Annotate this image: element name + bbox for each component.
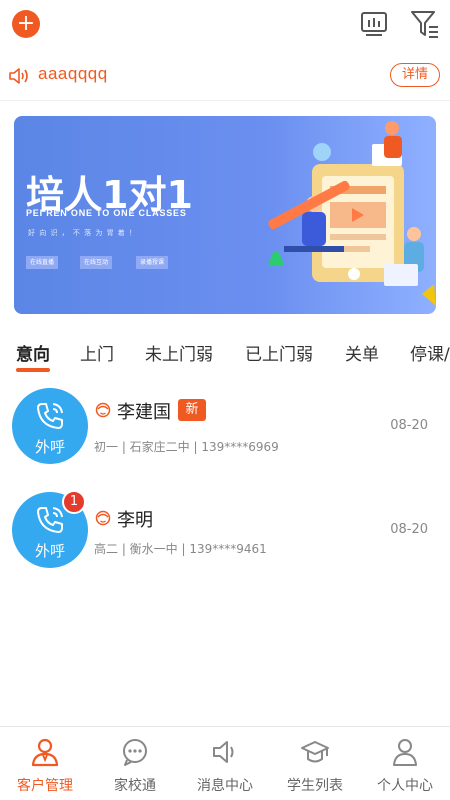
call-label: 外呼 <box>34 542 65 560</box>
customer-info: 初一 | 石家庄二中 | 139****6969 <box>94 440 279 454</box>
notice-text: aaaqqqq <box>38 64 108 83</box>
tab-suspended[interactable]: 停课/ <box>410 340 450 365</box>
promo-banner[interactable]: 培人1对1 PEI REN ONE TO ONE CLASSES 好 向 识 ，… <box>14 116 436 314</box>
nav-label: 个人中心 <box>377 778 433 794</box>
customer-name: 李明 <box>117 510 153 531</box>
speaker-icon <box>213 741 234 763</box>
nav-label: 消息中心 <box>197 778 253 794</box>
nav-home-school[interactable]: 家校通 <box>90 727 180 800</box>
chat-icon <box>123 739 147 766</box>
list-item[interactable]: 外呼 李建国 新 初一 | 石家庄二中 | 139****6969 08-20 <box>0 386 450 476</box>
banner-tag: 在线互动 <box>80 256 113 269</box>
call-button[interactable]: 外呼 <box>12 388 88 464</box>
customer-icon <box>31 738 59 767</box>
unread-badge: 1 <box>62 490 86 514</box>
nav-personal-center[interactable]: 个人中心 <box>360 727 450 800</box>
customer-date: 08-20 <box>390 418 428 433</box>
phone-icon <box>37 403 63 429</box>
nav-student-list[interactable]: 学生列表 <box>270 727 360 800</box>
list-item[interactable]: 外呼 1 李明 高二 | 衡水一中 | 139****9461 08-20 <box>0 490 450 580</box>
status-tabs: 意向 上门 未上门弱 已上门弱 关单 停课/ <box>0 336 450 376</box>
add-button[interactable]: + <box>12 10 40 38</box>
customer-avatar-icon <box>95 510 111 526</box>
user-icon <box>393 739 417 766</box>
speaker-icon <box>9 68 28 84</box>
call-label: 外呼 <box>34 438 65 456</box>
nav-label: 客户管理 <box>17 778 73 794</box>
filter-icon[interactable] <box>410 8 440 40</box>
customer-date: 08-20 <box>390 522 428 537</box>
divider <box>0 100 450 101</box>
report-icon[interactable] <box>360 10 388 38</box>
banner-tag: 在线直播 <box>26 256 59 269</box>
tab-intent[interactable]: 意向 <box>16 340 50 365</box>
nav-message-center[interactable]: 消息中心 <box>180 727 270 800</box>
customer-name: 李建国 <box>117 402 171 423</box>
active-tab-indicator <box>16 368 50 372</box>
nav-label: 学生列表 <box>287 778 343 794</box>
banner-slogan: 好 向 识 ， 不 落 为 胃 着 ！ <box>28 229 138 237</box>
customer-info: 高二 | 衡水一中 | 139****9461 <box>94 542 267 556</box>
tab-visited[interactable]: 上门 <box>80 340 114 365</box>
nav-customer-management[interactable]: 客户管理 <box>0 727 90 800</box>
graduation-cap-icon <box>301 741 329 763</box>
customer-avatar-icon <box>95 402 111 418</box>
new-badge: 新 <box>178 399 206 421</box>
tab-visited-weak[interactable]: 已上门弱 <box>245 340 313 365</box>
top-bar: + <box>0 0 450 50</box>
tab-not-visited-weak[interactable]: 未上门弱 <box>145 340 213 365</box>
tab-closed[interactable]: 关单 <box>345 340 379 365</box>
detail-button[interactable]: 详情 <box>390 63 440 87</box>
bottom-nav: 客户管理 家校通 消息中心 学生列表 个人中心 <box>0 726 450 800</box>
nav-label: 家校通 <box>114 778 156 794</box>
phone-icon <box>37 507 63 533</box>
banner-tag: 录播授课 <box>136 256 169 269</box>
notice-bar: aaaqqqq 详情 <box>0 58 450 96</box>
banner-subtitle: PEI REN ONE TO ONE CLASSES <box>26 208 187 218</box>
banner-illustration <box>268 121 436 306</box>
